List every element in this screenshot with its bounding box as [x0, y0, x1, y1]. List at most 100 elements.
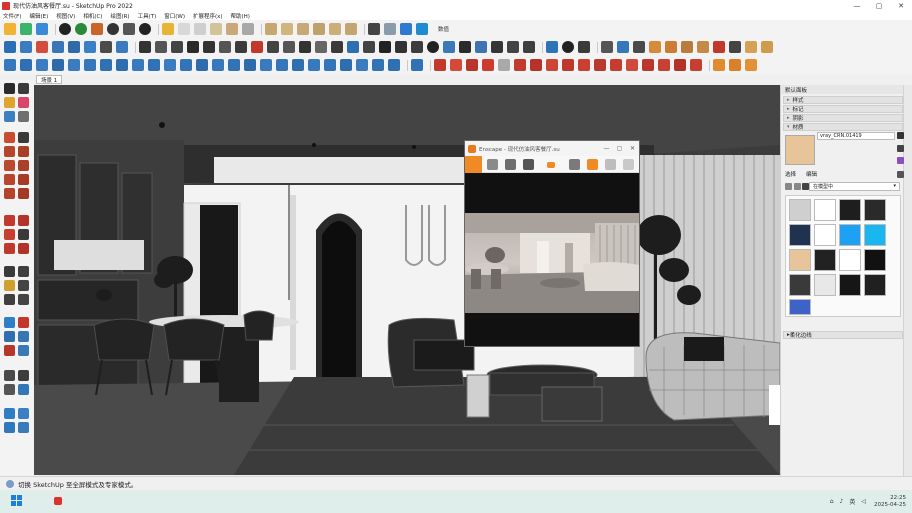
- section-plane-icon[interactable]: [384, 23, 396, 35]
- vray-frame-icon[interactable]: [498, 59, 510, 71]
- section-left-icon[interactable]: [18, 384, 29, 395]
- menu-file[interactable]: 文件(F): [3, 12, 21, 20]
- enscape-window[interactable]: Enscape - 现代仿油风客餐厅.su — ▢ ✕: [464, 140, 640, 347]
- look-left-icon[interactable]: [4, 384, 15, 395]
- vray-omni-icon[interactable]: [642, 59, 654, 71]
- tag-icon[interactable]: [4, 111, 15, 122]
- sketchup-taskbar-icon[interactable]: [51, 494, 65, 508]
- zoom-extents-icon[interactable]: [4, 345, 15, 356]
- crop-icon[interactable]: [356, 59, 368, 71]
- polygon-left-icon[interactable]: [18, 160, 29, 171]
- position-camera-icon[interactable]: [244, 59, 256, 71]
- menu-help[interactable]: 帮助(H): [231, 12, 250, 20]
- maximize-button[interactable]: ▢: [868, 0, 890, 11]
- material-swatch[interactable]: [789, 224, 811, 246]
- material-swatch[interactable]: [814, 249, 836, 271]
- minimize-button[interactable]: —: [846, 0, 868, 11]
- ladder-icon[interactable]: [155, 41, 167, 53]
- curve-icon[interactable]: [235, 41, 247, 53]
- chart-icon[interactable]: [443, 41, 455, 53]
- screen-icon[interactable]: [578, 41, 590, 53]
- push-pull-left-icon[interactable]: [18, 215, 29, 226]
- scene-tab-1[interactable]: 场景 1: [36, 75, 63, 84]
- tape-left-icon[interactable]: [4, 266, 15, 277]
- scissors-icon[interactable]: [713, 41, 725, 53]
- zoom-window-icon[interactable]: [18, 331, 29, 342]
- material-swatch[interactable]: [814, 199, 836, 221]
- house-back-icon[interactable]: [329, 23, 341, 35]
- status-info-icon[interactable]: [6, 479, 14, 488]
- material-name-field[interactable]: vray_CRN.01419: [817, 132, 895, 140]
- join-icon[interactable]: [729, 41, 741, 53]
- compass-icon[interactable]: [100, 41, 112, 53]
- vray-spot-icon[interactable]: [658, 59, 670, 71]
- vr-headset-icon[interactable]: [587, 159, 598, 170]
- component-icon[interactable]: [84, 41, 96, 53]
- vray-clipper-icon[interactable]: [626, 59, 638, 71]
- arc3-left-icon[interactable]: [4, 188, 15, 199]
- volume-icon[interactable]: ♪: [840, 498, 844, 505]
- material-swatch[interactable]: [814, 274, 836, 296]
- current-material-swatch[interactable]: [785, 135, 815, 165]
- dimension-icon[interactable]: [164, 59, 176, 71]
- roof-icon[interactable]: [729, 59, 741, 71]
- tray-section-soften-edges[interactable]: ▸ 柔化边线: [783, 331, 903, 339]
- 3dtext-left-icon[interactable]: [18, 294, 29, 305]
- pie-left-icon[interactable]: [18, 188, 29, 199]
- align-icon[interactable]: [203, 41, 215, 53]
- binoculars-icon[interactable]: [523, 159, 534, 170]
- enscape-title-bar[interactable]: Enscape - 现代仿油风客餐厅.su — ▢ ✕: [465, 141, 639, 156]
- cone-icon[interactable]: [523, 41, 535, 53]
- home-material-icon[interactable]: [897, 145, 904, 152]
- 3d-text-icon[interactable]: [196, 59, 208, 71]
- arc2-left-icon[interactable]: [18, 174, 29, 185]
- railing-icon[interactable]: [171, 41, 183, 53]
- freehand-left-icon[interactable]: [18, 132, 29, 143]
- vray-render-icon[interactable]: [450, 59, 462, 71]
- grid-icon[interactable]: [347, 41, 359, 53]
- material-swatch[interactable]: [814, 224, 836, 246]
- menu-camera[interactable]: 相机(C): [83, 12, 102, 20]
- protractor-icon[interactable]: [132, 59, 144, 71]
- columns-icon[interactable]: [459, 41, 471, 53]
- mirror-icon[interactable]: [219, 41, 231, 53]
- material-swatch[interactable]: [864, 274, 886, 296]
- circle-left-icon[interactable]: [4, 160, 15, 171]
- house-icon[interactable]: [681, 41, 693, 53]
- section-display-icon[interactable]: [400, 23, 412, 35]
- clock[interactable]: 22:25 2025-04-25: [874, 495, 906, 509]
- extension-warehouse-icon[interactable]: [107, 23, 119, 35]
- steps-icon[interactable]: [187, 41, 199, 53]
- move-left-icon[interactable]: [4, 215, 15, 226]
- polygon-tool-icon[interactable]: [52, 59, 64, 71]
- menu-draw[interactable]: 绘图(R): [110, 12, 129, 20]
- tab-edit[interactable]: 编辑: [806, 170, 817, 178]
- settings-icon[interactable]: [487, 159, 498, 170]
- model-viewport[interactable]: [34, 85, 780, 475]
- axes-left-icon[interactable]: [4, 294, 15, 305]
- pencil-icon[interactable]: [601, 41, 613, 53]
- link-icon[interactable]: [411, 41, 423, 53]
- menu-edit[interactable]: 编辑(E): [29, 12, 48, 20]
- menu-window[interactable]: 窗口(W): [164, 12, 185, 20]
- vray-rect-icon[interactable]: [690, 59, 702, 71]
- axes-tool-icon[interactable]: [180, 59, 192, 71]
- rotated-rect-icon[interactable]: [18, 146, 29, 157]
- sample-icon[interactable]: [18, 111, 29, 122]
- info-icon[interactable]: [139, 23, 151, 35]
- home-icon[interactable]: [465, 156, 482, 173]
- house-left-icon[interactable]: [345, 23, 357, 35]
- cube-hidden-icon[interactable]: [194, 23, 206, 35]
- eyedropper-icon[interactable]: [897, 171, 904, 178]
- select-arrow-icon[interactable]: [4, 23, 16, 35]
- paint-icon[interactable]: [4, 97, 15, 108]
- dome-icon[interactable]: [745, 59, 757, 71]
- previous-view-icon[interactable]: [18, 345, 29, 356]
- vray-ies-icon[interactable]: [674, 59, 686, 71]
- sheet-icon[interactable]: [388, 59, 400, 71]
- pyramid-icon[interactable]: [713, 59, 725, 71]
- tab-select[interactable]: 选择: [785, 170, 796, 178]
- tray-section-styles[interactable]: ▸ 样式: [783, 96, 903, 104]
- monitor-icon[interactable]: [605, 159, 616, 170]
- layout-left-icon[interactable]: [18, 422, 29, 433]
